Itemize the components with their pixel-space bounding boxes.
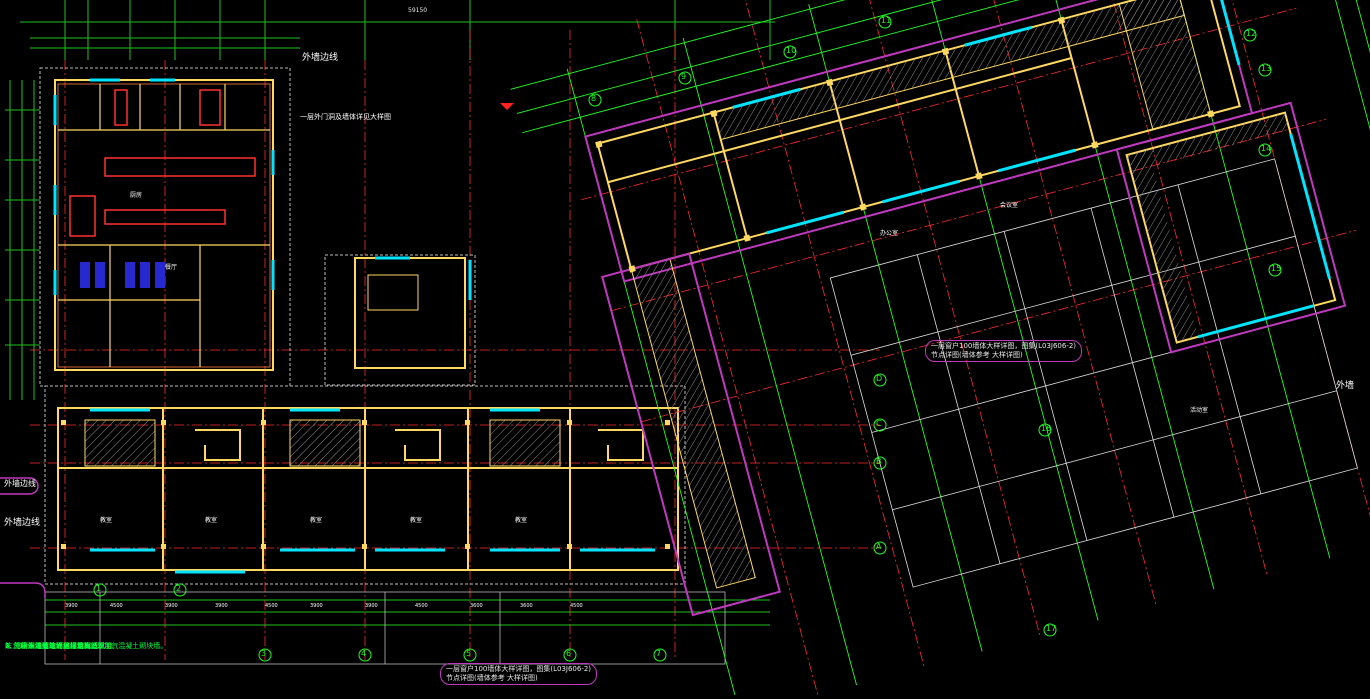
dimension-text: 4500 [110,603,123,609]
grid-bubble-label: C [876,419,882,428]
bottom-dim-lines [44,591,770,665]
outer-wall-label-2: 外墙边线 [4,518,41,528]
dimension-text: 4500 [265,603,278,609]
dimension-text: 3600 [470,603,483,609]
outer-wall-label-3: 外墙边线 [4,479,36,488]
room-label: 会议室 [1000,202,1019,209]
overall-dimension: 59150 [408,7,428,14]
grid-bubble-label: 16 [1041,424,1052,433]
room-label: 教室 [410,517,423,524]
room-label: 教室 [310,517,323,524]
callout-top: 一层外门洞及墙体详见大样图 [300,113,391,121]
room-label: 办公室 [880,230,899,237]
grid-bubble-label: B [876,457,882,466]
grid-bubble-label: 7 [656,649,662,658]
cad-drawing [0,0,1370,699]
dimension-text: 4500 [570,603,583,609]
grid-bubble-label: 15 [1271,264,1282,273]
dimension-text: 3900 [365,603,378,609]
grid-bubble-label: 1 [96,584,102,593]
grid-bubble-label: 11 [881,16,892,25]
grid-bubble-label: A [876,542,882,551]
outer-wall-label-4: 外墙 [1336,381,1355,391]
dimension-text: 4500 [415,603,428,609]
room-label: 教室 [515,517,528,524]
dimension-text: 3900 [65,603,78,609]
callout-mid-line-2: 节点详图(墙体参考 大样详图) [931,351,1023,359]
outer-wall-label-1: 外墙边线 [302,53,339,63]
callout-bottom: 一层窗户100墙体大样详图，图集(L03J606-2) 节点详图(墙体参考 大样… [440,663,598,685]
grid-bubble-label: 5 [466,649,472,658]
callout-bottom-line-2: 节点详图(墙体参考 大样详图) [446,674,538,682]
callout-mid: 一层窗户100墙体大样详图，图集(L03J606-2) 节点详图(墙体参考 大样… [925,340,1083,362]
grid-bubble-label: 13 [1261,64,1272,73]
room-label: 教室 [100,517,113,524]
callout-bottom-line-1: 一层窗户100墙体大样详图，图集(L03J606-2) [446,665,592,673]
grid-bubble-label: 3 [261,649,267,658]
room-label: 餐厅 [165,264,178,271]
grid-bubble-label: 14 [1261,144,1272,153]
room-label: 活动室 [1190,407,1209,414]
dimension-text: 3900 [310,603,323,609]
grid-bubble-label: 9 [681,72,687,81]
grid-bubble-label: 2 [176,584,182,593]
floor-plan [0,0,1370,699]
top-dim-lines [20,0,775,60]
room-label: 厨房 [130,192,143,199]
room-label: 教室 [205,517,218,524]
callout-mid-line-1: 一层窗户100墙体大样详图，图集(L03J606-2) [931,342,1077,350]
dimension-text: 3600 [520,603,533,609]
dimension-text: 3900 [165,603,178,609]
grid-bubble-label: 17 [1046,624,1057,633]
dimension-text: 3900 [215,603,228,609]
left-dim-lines [5,80,40,400]
note-line: 5. 外墙保温做法详见建筑构造说明。 [5,642,119,650]
section-marker [500,103,514,110]
grid-bubble-label: 8 [591,94,597,103]
grid-bubble-label: 12 [1246,29,1257,38]
grid-bubble-label: 4 [361,649,367,658]
grid-bubble-label: 6 [566,649,572,658]
grid-bubble-label: 10 [786,46,797,55]
grid-bubble-label: D [876,374,883,383]
